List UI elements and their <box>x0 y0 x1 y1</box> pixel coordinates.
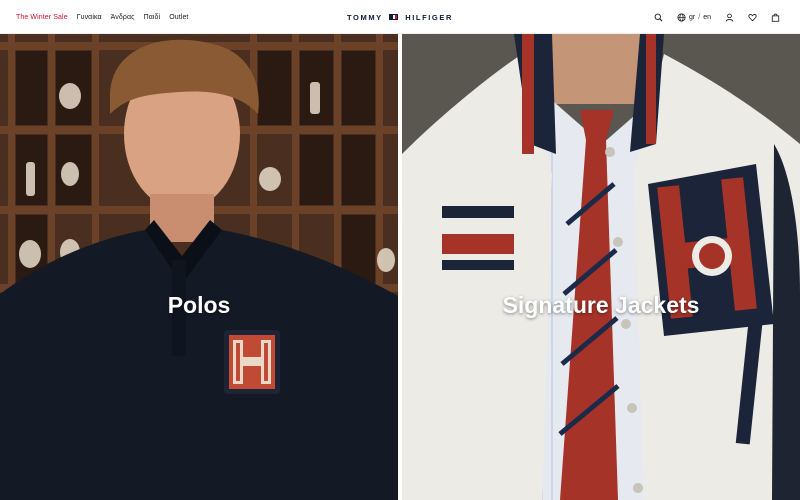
account-icon <box>725 13 734 22</box>
nav-item-winter-sale[interactable]: The Winter Sale <box>16 14 68 21</box>
search-icon <box>654 13 663 21</box>
flag-icon <box>389 14 399 20</box>
site-header: The Winter Sale Γυναίκα Άνδρας Παιδί Out… <box>0 0 800 34</box>
globe-icon <box>677 12 686 22</box>
logo-word-left: TOMMY <box>347 12 383 22</box>
polos-hero-image <box>0 34 398 500</box>
signature-jackets-title: Signature Jackets <box>502 292 700 318</box>
main-nav: The Winter Sale Γυναίκα Άνδρας Παιδί Out… <box>16 0 188 34</box>
nav-item-men[interactable]: Άνδρας <box>111 14 135 21</box>
bag-button[interactable] <box>771 13 780 22</box>
bag-icon <box>771 13 780 22</box>
wishlist-icon <box>748 13 757 21</box>
language-selector[interactable]: gr / en <box>677 12 711 22</box>
nav-item-kids[interactable]: Παιδί <box>144 14 161 21</box>
wishlist-button[interactable] <box>748 13 757 22</box>
language-separator: / <box>698 13 701 21</box>
signature-jackets-hero-image <box>402 34 800 500</box>
language-alternate[interactable]: en <box>703 14 711 21</box>
brand-logo[interactable]: TOMMY HILFIGER <box>347 0 453 34</box>
signature-jackets-category-tile[interactable]: Signature Jackets <box>402 34 800 500</box>
polos-category-tile[interactable]: Polos <box>0 34 398 500</box>
header-tools: gr / en <box>654 0 780 34</box>
search-button[interactable] <box>654 13 663 22</box>
logo-word-right: HILFIGER <box>405 12 453 22</box>
nav-item-outlet[interactable]: Outlet <box>169 14 188 21</box>
polos-title: Polos <box>167 292 231 318</box>
account-button[interactable] <box>725 13 734 22</box>
nav-item-women[interactable]: Γυναίκα <box>77 14 102 21</box>
language-current: gr <box>689 13 696 21</box>
